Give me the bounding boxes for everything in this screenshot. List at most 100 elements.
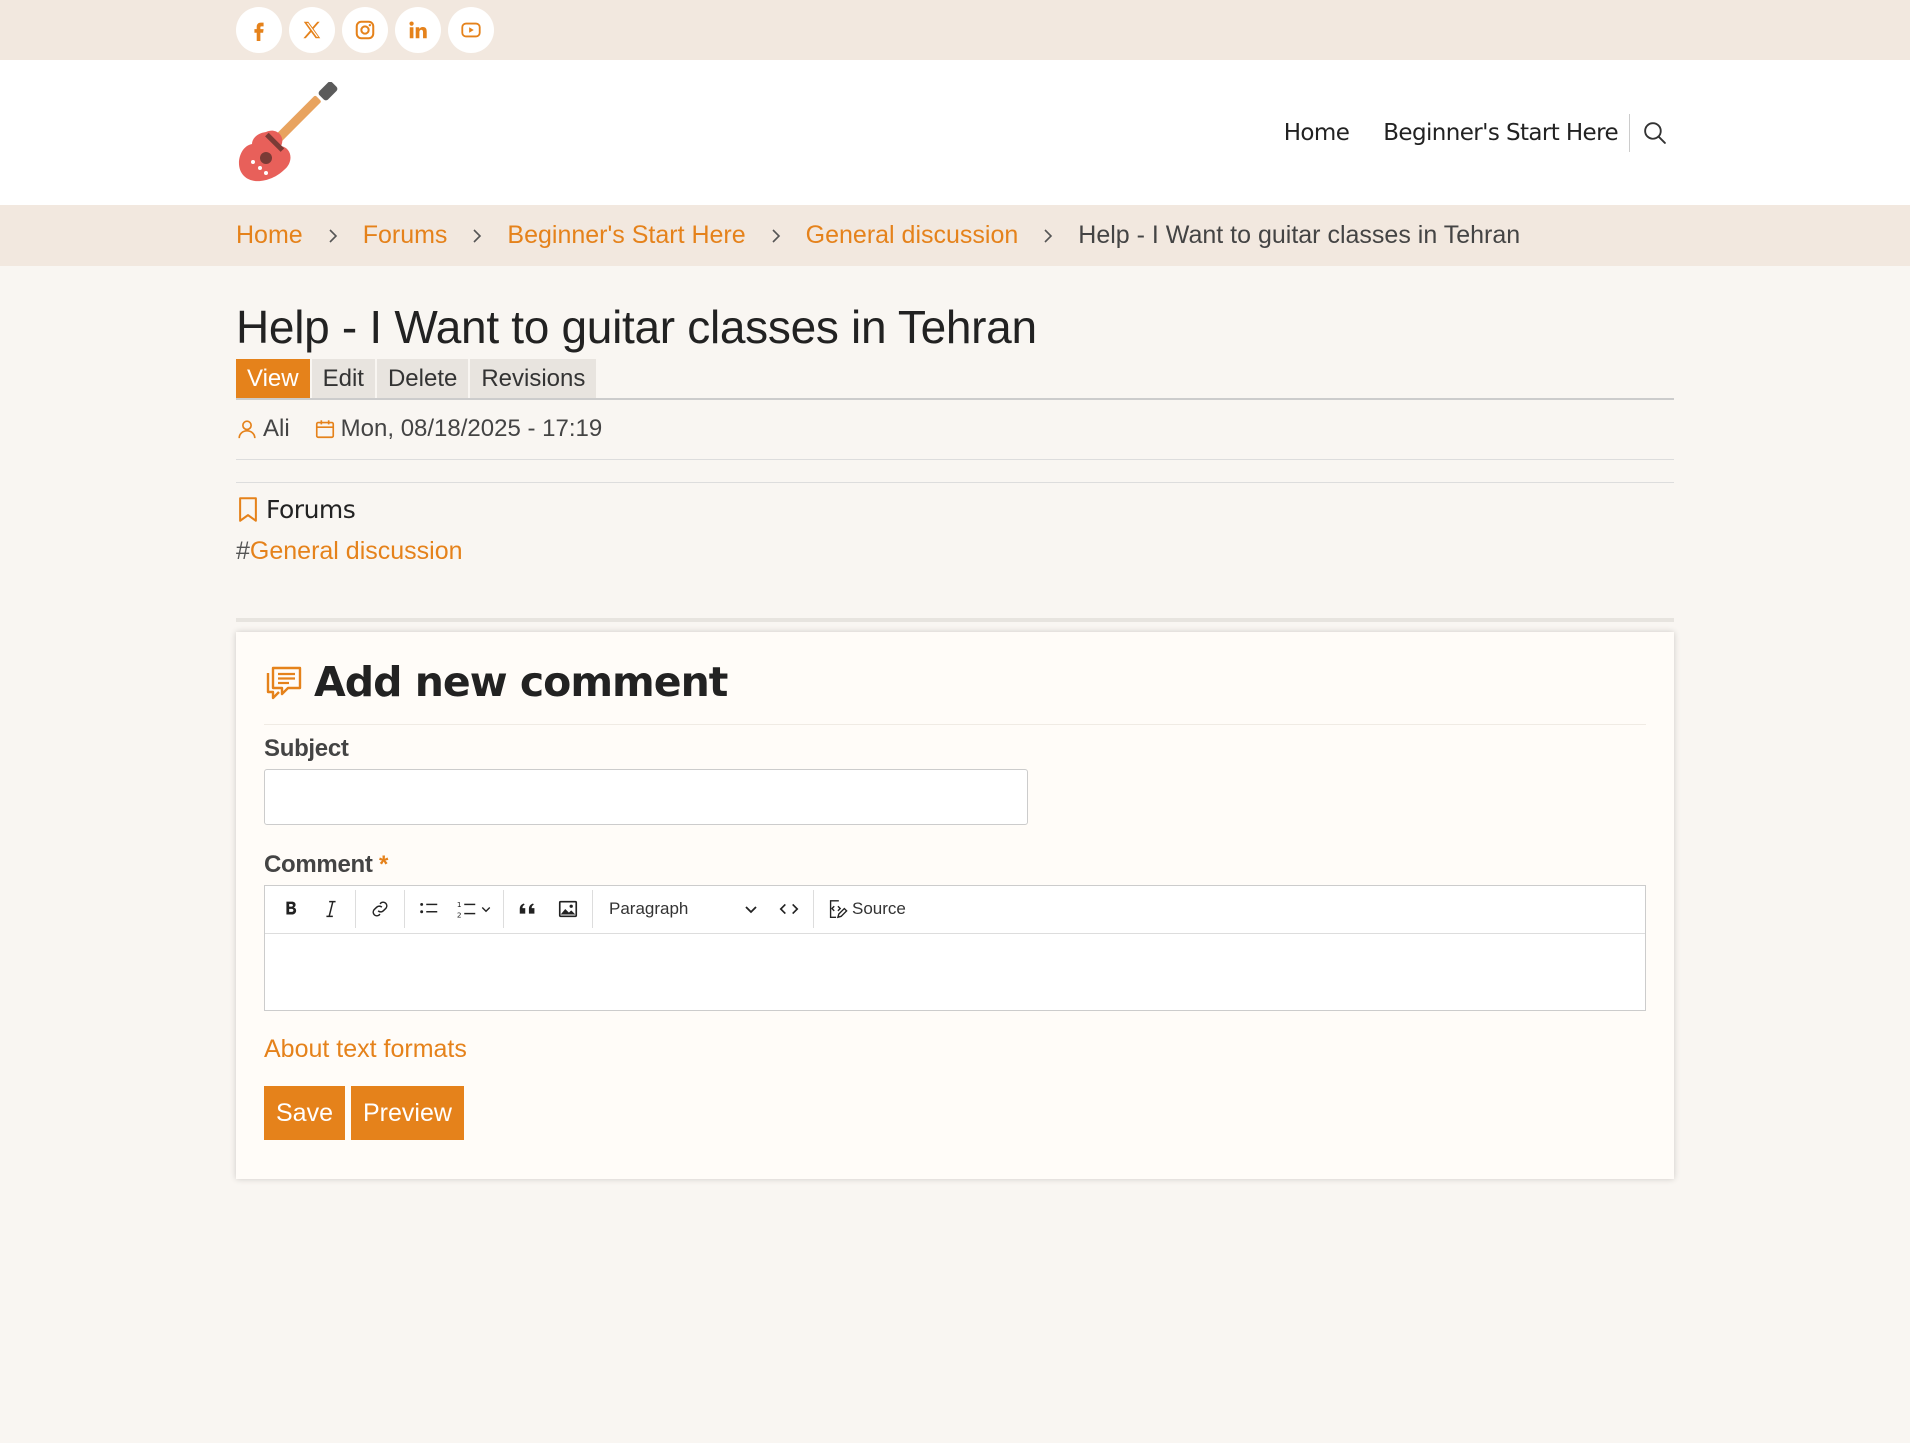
chevron-right-icon: [329, 228, 337, 243]
numbered-list-icon: 12: [457, 900, 476, 919]
search-button[interactable]: [1634, 113, 1674, 153]
svg-text:1: 1: [457, 900, 462, 909]
youtube-link[interactable]: [448, 7, 494, 53]
forum-tag: #General discussion: [236, 537, 1674, 566]
bookmark-icon: [239, 496, 257, 522]
subject-input[interactable]: [264, 768, 1028, 825]
instagram-icon: [355, 20, 375, 40]
x-twitter-link[interactable]: [289, 7, 335, 53]
tab-edit[interactable]: Edit: [311, 358, 375, 398]
section-divider: [236, 617, 1674, 622]
social-bar: [0, 0, 1910, 60]
required-marker: *: [378, 850, 388, 878]
search-icon: [1643, 122, 1666, 144]
comment-label-text: Comment: [264, 850, 373, 878]
author-link[interactable]: Ali: [263, 415, 290, 443]
breadcrumb-beginners[interactable]: Beginner's Start Here: [507, 221, 745, 250]
breadcrumb-general-discussion[interactable]: General discussion: [806, 221, 1019, 250]
forums-category-heading: Forums: [236, 495, 1674, 524]
heading-dropdown-value: Paragraph: [609, 899, 689, 919]
bulleted-list-icon: [420, 903, 438, 914]
chevron-down-icon: [745, 906, 757, 914]
x-twitter-icon: [303, 21, 321, 39]
tab-view[interactable]: View: [236, 358, 310, 398]
linkedin-link[interactable]: [395, 7, 441, 53]
calendar-icon: [315, 420, 334, 439]
save-button[interactable]: Save: [264, 1085, 345, 1140]
quote-icon: [519, 903, 535, 914]
linkedin-icon: [409, 21, 427, 39]
source-edit-icon: [829, 900, 848, 919]
nav-divider: [1629, 113, 1630, 152]
divider: [236, 481, 1674, 483]
italic-icon: [326, 901, 336, 918]
chevron-right-icon: [772, 228, 780, 243]
social-links: [236, 0, 1674, 53]
svg-text:2: 2: [457, 910, 462, 919]
tag-general-discussion[interactable]: General discussion: [250, 537, 463, 565]
comment-form-title: Add new comment: [264, 658, 1646, 725]
nav-beginners-start-here[interactable]: Beginner's Start Here: [1383, 120, 1618, 146]
blockquote-button[interactable]: [508, 890, 548, 928]
user-icon: [238, 420, 256, 439]
toolbar-separator: [404, 890, 405, 929]
post-meta: Ali Mon, 08/18/2025 - 17:19: [236, 400, 1674, 460]
toolbar-separator: [355, 890, 356, 929]
tab-revisions[interactable]: Revisions: [470, 358, 597, 398]
toolbar-separator: [592, 890, 593, 929]
breadcrumb: Home Forums Beginner's Start Here Genera…: [236, 205, 1674, 266]
category-title: Forums: [266, 494, 356, 524]
breadcrumb-forums[interactable]: Forums: [363, 221, 448, 250]
comment-form: Add new comment Subject Comment * 1 2 Pa…: [236, 631, 1674, 1179]
main-content: Help - I Want to guitar classes in Tehra…: [236, 302, 1674, 1179]
facebook-icon: [254, 22, 264, 41]
youtube-icon: [461, 22, 481, 38]
form-actions: Save Preview: [264, 1085, 1646, 1140]
bulleted-list-button[interactable]: [409, 890, 449, 928]
breadcrumb-current: Help - I Want to guitar classes in Tehra…: [1078, 221, 1521, 249]
nav-home[interactable]: Home: [1284, 120, 1350, 146]
link-icon: [372, 901, 388, 917]
guitar-logo-icon: [238, 81, 338, 182]
bold-button[interactable]: [271, 890, 311, 928]
instagram-link[interactable]: [342, 7, 388, 53]
site-logo[interactable]: [236, 81, 340, 186]
bold-icon: [286, 901, 297, 915]
heading-dropdown[interactable]: Paragraph: [597, 890, 769, 928]
tab-delete[interactable]: Delete: [376, 358, 469, 398]
link-button[interactable]: [360, 890, 400, 928]
facebook-link[interactable]: [236, 7, 282, 53]
rich-text-editor: 12 Paragraph Source: [264, 884, 1646, 1011]
italic-button[interactable]: [311, 890, 351, 928]
source-button[interactable]: Source: [818, 890, 914, 928]
chevron-down-icon: [481, 907, 491, 913]
insert-image-button[interactable]: [548, 890, 588, 928]
preview-button[interactable]: Preview: [350, 1085, 464, 1140]
main-navigation: Home Beginner's Start Here: [1250, 60, 1674, 205]
comments-icon: [266, 666, 302, 699]
author-meta: Ali: [236, 415, 290, 443]
toolbar-separator: [813, 890, 814, 929]
chevron-right-icon: [1044, 228, 1053, 243]
comment-textarea[interactable]: [265, 934, 1645, 1010]
comment-form-title-text: Add new comment: [314, 657, 728, 706]
local-tasks-tabs: View Edit Delete Revisions: [236, 358, 1674, 400]
editor-toolbar: 12 Paragraph Source: [265, 885, 1645, 934]
breadcrumb-bar: Home Forums Beginner's Start Here Genera…: [0, 205, 1910, 266]
source-label: Source: [852, 899, 906, 919]
subject-label: Subject: [264, 734, 349, 762]
breadcrumb-home[interactable]: Home: [236, 221, 303, 250]
comment-label: Comment *: [264, 851, 1646, 879]
numbered-list-button[interactable]: 12: [449, 890, 499, 928]
site-header: Home Beginner's Start Here: [0, 60, 1910, 205]
code-button[interactable]: [769, 890, 809, 928]
image-icon: [558, 900, 578, 918]
toolbar-separator: [503, 890, 504, 929]
chevron-right-icon: [473, 228, 482, 243]
page-title: Help - I Want to guitar classes in Tehra…: [236, 301, 1037, 353]
tag-hash: #: [236, 536, 250, 565]
post-date: Mon, 08/18/2025 - 17:19: [340, 415, 603, 443]
code-icon: [779, 903, 799, 915]
date-meta: Mon, 08/18/2025 - 17:19: [314, 415, 603, 443]
about-text-formats-link[interactable]: About text formats: [264, 1035, 1646, 1064]
